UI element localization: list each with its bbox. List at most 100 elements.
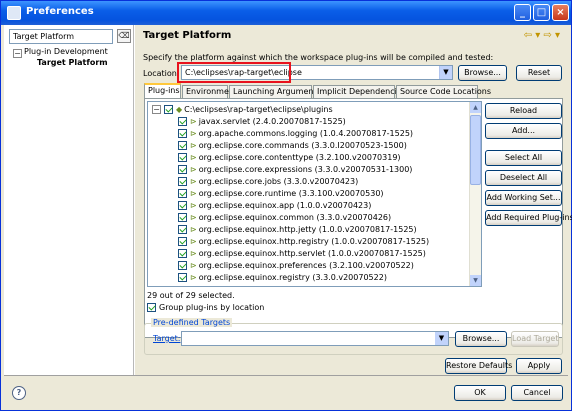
list-item[interactable]: ⊳ org.eclipse.equinox.http.jetty (1.0.0.v… [178, 224, 417, 236]
filter-input[interactable]: Target Platform [9, 29, 113, 44]
maximize-button[interactable]: □ [533, 4, 550, 21]
plugin-label: org.eclipse.equinox.http.jetty (1.0.0.v2… [198, 225, 417, 234]
plugin-icon: ⊳ [190, 201, 197, 210]
tab-plug-ins[interactable]: Plug-ins [144, 83, 181, 98]
list-item[interactable]: ⊳ org.eclipse.core.commands (3.3.0.I20070… [178, 140, 407, 152]
clear-filter-icon[interactable]: ⌫ [117, 29, 131, 43]
ok-button[interactable]: OK [454, 385, 506, 401]
list-item[interactable]: − ◆ C:\eclipses\rap-target\eclipse\plugins [152, 104, 333, 116]
list-item[interactable]: ⊳ org.eclipse.equinox.http.servlet (1.0.0… [178, 248, 426, 260]
list-item[interactable]: ⊳ org.apache.commons.logging (1.0.4.20070… [178, 128, 413, 140]
tab-source-code-locations[interactable]: Source Code Locations [396, 85, 491, 98]
list-item[interactable]: ⊳ org.eclipse.equinox.common (3.3.0.v2007… [178, 212, 391, 224]
restore-defaults-button[interactable]: Restore Defaults [445, 358, 512, 374]
predefined-targets-legend: Pre-defined Targets [151, 318, 233, 327]
checkbox[interactable] [178, 261, 187, 270]
plugin-icon: ⊳ [190, 225, 197, 234]
list-item[interactable]: ⊳ org.eclipse.equinox.preferences (3.2.10… [178, 260, 414, 272]
checkbox[interactable] [178, 225, 187, 234]
checkbox[interactable] [178, 249, 187, 258]
group-by-location-checkbox[interactable]: Group plug-ins by location [147, 303, 264, 312]
load-target-button[interactable]: Load Target [511, 331, 559, 347]
plugin-icon: ⊳ [190, 213, 197, 222]
preferences-icon [7, 6, 21, 20]
scroll-up-icon[interactable]: ▲ [470, 102, 481, 113]
plugin-icon: ⊳ [190, 153, 197, 162]
checkbox[interactable] [178, 237, 187, 246]
list-item[interactable]: ⊳ org.eclipse.equinox.app (1.0.0.v2007042… [178, 200, 371, 212]
plugin-icon: ⊳ [190, 249, 197, 258]
checkbox[interactable] [178, 117, 187, 126]
vertical-scrollbar[interactable]: ▲ ▼ [469, 102, 481, 286]
preferences-nav: Target Platform ⌫ − Plug-in Development … [4, 25, 134, 375]
add-working-set-button[interactable]: Add Working Set... [485, 190, 562, 206]
reload-button[interactable]: Reload [485, 103, 562, 119]
scroll-down-icon[interactable]: ▼ [470, 275, 481, 286]
deselect-all-button[interactable]: Deselect All [485, 170, 562, 186]
target-label[interactable]: Target: [153, 334, 180, 343]
checkbox[interactable] [178, 153, 187, 162]
checkbox[interactable] [164, 105, 173, 114]
target-combo[interactable]: ▼ [181, 331, 449, 346]
preferences-window: Preferences _ □ × Target Platform ⌫ − Pl… [0, 0, 572, 411]
chevron-down-icon[interactable]: ▼ [435, 332, 448, 345]
add-required-plugins-button[interactable]: Add Required Plug-ins [485, 210, 572, 226]
checkbox[interactable] [178, 213, 187, 222]
page-title: Target Platform [143, 30, 232, 41]
scroll-thumb[interactable] [470, 115, 481, 185]
plugin-label: org.eclipse.equinox.registry (3.3.0.v200… [198, 273, 387, 282]
plugin-label: org.eclipse.core.jobs (3.3.0.v20070423) [198, 177, 359, 186]
list-item[interactable]: ⊳ org.eclipse.core.runtime (3.3.100.v2007… [178, 188, 384, 200]
tree-item-target-platform[interactable]: Target Platform [37, 58, 108, 67]
selection-count: 29 out of 29 selected. [147, 291, 235, 300]
list-item[interactable]: ⊳ org.eclipse.equinox.registry (3.3.0.v20… [178, 272, 387, 284]
list-item[interactable]: ⊳ javax.servlet (2.4.0.20070817-1525) [178, 116, 346, 128]
plugin-label: org.eclipse.core.contenttype (3.2.100.v2… [198, 153, 401, 162]
add-button[interactable]: Add... [485, 123, 562, 139]
plugin-icon: ⊳ [190, 237, 197, 246]
chevron-down-icon[interactable]: ▼ [439, 66, 452, 79]
plugin-icon: ⊳ [190, 189, 197, 198]
cancel-button[interactable]: Cancel [511, 385, 563, 401]
checkbox[interactable] [178, 177, 187, 186]
checkbox[interactable] [178, 273, 187, 282]
checkbox[interactable] [178, 201, 187, 210]
page-description: Specify the platform against which the w… [143, 53, 494, 62]
select-all-button[interactable]: Select All [485, 150, 562, 166]
location-browse-button[interactable]: Browse... [458, 65, 507, 81]
highlight-box [177, 62, 291, 83]
tree-item-plugin-development[interactable]: Plug-in Development [24, 47, 108, 56]
checkbox[interactable] [178, 165, 187, 174]
help-icon[interactable]: ? [12, 386, 26, 400]
checkbox[interactable] [178, 141, 187, 150]
close-button[interactable]: × [552, 4, 569, 21]
title-bar: Preferences _ □ × [1, 1, 571, 25]
apply-button[interactable]: Apply [516, 358, 562, 374]
plugin-label: org.eclipse.equinox.common (3.3.0.v20070… [198, 213, 392, 222]
tab-environment[interactable]: Environment [182, 85, 237, 98]
list-item[interactable]: ⊳ org.eclipse.core.jobs (3.3.0.v20070423) [178, 176, 358, 188]
plugin-icon: ⊳ [190, 117, 197, 126]
tab-implicit-dependencies[interactable]: Implicit Dependencies [313, 85, 406, 98]
target-platform-page: Target Platform ⇦ ▾ ⇨ ▾ Specify the plat… [135, 25, 572, 375]
list-item[interactable]: ⊳ org.eclipse.equinox.http.registry (1.0.… [178, 236, 429, 248]
collapse-icon[interactable]: − [152, 105, 161, 114]
list-item[interactable]: ⊳ org.eclipse.core.expressions (3.3.0.v20… [178, 164, 412, 176]
checkbox[interactable] [178, 129, 187, 138]
plugin-tree[interactable]: − ◆ C:\eclipses\rap-target\eclipse\plugins… [147, 101, 482, 287]
predefined-targets-group: Pre-defined Targets Target: ▼ Browse... … [144, 318, 563, 355]
plugin-label: org.eclipse.core.commands (3.3.0.I200705… [198, 141, 407, 150]
target-browse-button[interactable]: Browse... [455, 331, 507, 347]
collapse-icon[interactable]: − [13, 49, 22, 58]
checkbox[interactable] [147, 303, 156, 312]
checkbox[interactable] [178, 189, 187, 198]
tab-launching-arguments[interactable]: Launching Arguments [229, 85, 321, 98]
plugin-icon: ⊳ [190, 129, 197, 138]
list-item[interactable]: ⊳ org.eclipse.core.contenttype (3.2.100.v… [178, 152, 401, 164]
plugin-icon: ⊳ [190, 261, 197, 270]
plugin-root-label: C:\eclipses\rap-target\eclipse\plugins [184, 105, 333, 114]
reset-button[interactable]: Reset [516, 65, 562, 81]
back-forward-icon[interactable]: ⇦ ▾ ⇨ ▾ [524, 30, 560, 41]
minimize-button[interactable]: _ [514, 4, 531, 21]
plugin-label: org.eclipse.equinox.preferences (3.2.100… [198, 261, 414, 270]
